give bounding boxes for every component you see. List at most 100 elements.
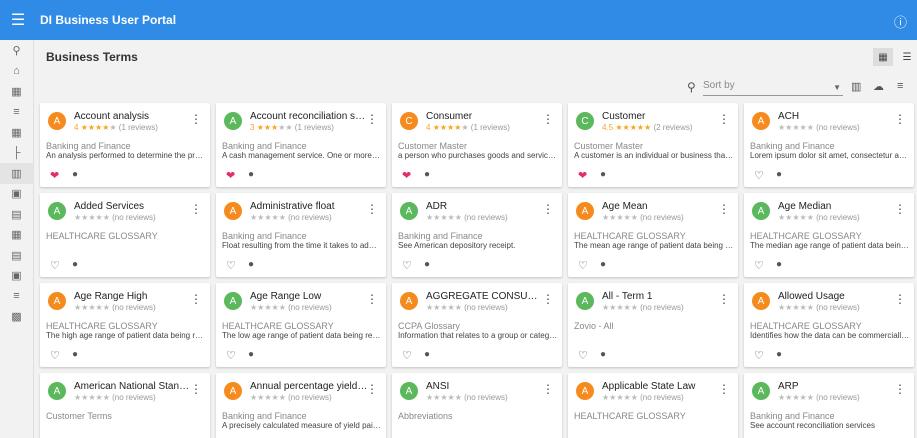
term-title[interactable]: Age Median [778,201,896,212]
more-options-icon[interactable]: ⋮ [718,292,730,306]
more-options-icon[interactable]: ⋮ [718,112,730,126]
term-card[interactable]: A Account reconciliation services⋮ 3 ★★★★★… [216,103,386,187]
term-card[interactable]: A Account analysis ⋮ 4 ★★★★★ (1 reviews) Ban… [40,103,210,187]
term-title[interactable]: Applicable State Law [602,381,720,392]
menu-list-icon[interactable]: ≡ [0,286,33,307]
more-options-icon[interactable]: ⋮ [366,292,378,306]
term-title[interactable]: All - Term 1 [602,291,720,302]
hierarchy-icon[interactable]: ├ [0,143,33,164]
table-icon[interactable]: ▦ [0,122,33,143]
term-title[interactable]: Consumer [426,111,544,122]
term-title[interactable]: Added Services [74,201,192,212]
location-pin-icon[interactable]: ● [424,259,430,270]
search-icon[interactable]: ⚲ [687,80,696,94]
term-card[interactable]: A Applicable State Law ⋮ ★★★★★ (no reviews… [568,373,738,438]
catalog-icon[interactable]: ▣ [0,184,33,205]
favorite-heart-icon[interactable]: ♡ [226,259,236,272]
term-title[interactable]: ARP [778,381,896,392]
location-pin-icon[interactable]: ● [248,259,254,270]
book-icon[interactable]: ▥ [851,80,861,93]
term-title[interactable]: Customer [602,111,720,122]
more-options-icon[interactable]: ⋮ [894,382,906,396]
location-pin-icon[interactable]: ● [72,259,78,270]
more-options-icon[interactable]: ⋮ [542,202,554,216]
term-title[interactable]: ADR [426,201,544,212]
term-card[interactable]: A Age Range Low ⋮ ★★★★★ (no reviews) HEALTH… [216,283,386,367]
term-title[interactable]: ACH [778,111,896,122]
location-pin-icon[interactable]: ● [600,259,606,270]
term-card[interactable]: A Annual percentage yield APY ⋮ ★★★★★ (no … [216,373,386,438]
favorite-heart-icon[interactable]: ♡ [754,169,764,182]
document-icon[interactable]: ▤ [0,245,33,266]
favorite-heart-icon[interactable]: ♡ [578,349,588,362]
term-card[interactable]: A Administrative float ⋮ ★★★★★ (no reviews… [216,193,386,277]
term-card[interactable]: A ACH ⋮ ★★★★★ (no reviews) Banking and Fina… [744,103,914,187]
term-card[interactable]: C Consumer ⋮ 4 ★★★★★ (1 reviews) Customer Ma… [392,103,562,187]
term-card[interactable]: A Age Median ⋮ ★★★★★ (no reviews) HEALTHCAR… [744,193,914,277]
favorite-heart-icon[interactable]: ❤ [50,169,59,182]
more-options-icon[interactable]: ⋮ [190,112,202,126]
term-card[interactable]: A Added Services ⋮ ★★★★★ (no reviews) HEALT… [40,193,210,277]
term-title[interactable]: AGGREGATE CONSUMER INF... [426,291,544,302]
more-options-icon[interactable]: ⋮ [542,292,554,306]
hamburger-menu-icon[interactable]: ☰ [0,10,36,30]
favorite-heart-icon[interactable]: ♡ [402,259,412,272]
location-pin-icon[interactable]: ● [776,259,782,270]
more-options-icon[interactable]: ⋮ [894,112,906,126]
grid-view-icon[interactable]: ▦ [873,48,893,66]
glossary-icon[interactable]: ▥ [0,163,33,184]
favorite-heart-icon[interactable]: ♡ [578,259,588,272]
more-options-icon[interactable]: ⋮ [190,292,202,306]
location-pin-icon[interactable]: ● [72,349,78,360]
more-options-icon[interactable]: ⋮ [190,202,202,216]
favorite-heart-icon[interactable]: ❤ [402,169,411,182]
more-options-icon[interactable]: ⋮ [366,382,378,396]
location-pin-icon[interactable]: ● [776,349,782,360]
term-card[interactable]: A All - Term 1 ⋮ ★★★★★ (no reviews) Zovio -… [568,283,738,367]
term-title[interactable]: Age Mean [602,201,720,212]
grid-icon[interactable]: ▦ [0,225,33,246]
term-title[interactable]: Annual percentage yield APY [250,381,368,392]
term-card[interactable]: A ADR ⋮ ★★★★★ (no reviews) Banking and Fina… [392,193,562,277]
location-pin-icon[interactable]: ● [248,349,254,360]
more-options-icon[interactable]: ⋮ [366,112,378,126]
location-pin-icon[interactable]: ● [600,169,606,180]
more-options-icon[interactable]: ⋮ [894,292,906,306]
location-pin-icon[interactable]: ● [424,169,430,180]
clipboard-icon[interactable]: ▤ [0,204,33,225]
location-pin-icon[interactable]: ● [776,169,782,180]
favorite-heart-icon[interactable]: ❤ [226,169,235,182]
favorite-heart-icon[interactable]: ♡ [754,349,764,362]
favorite-heart-icon[interactable]: ♡ [226,349,236,362]
filter-icon[interactable]: ≡ [897,80,903,92]
term-title[interactable]: Age Range High [74,291,192,302]
more-options-icon[interactable]: ⋮ [542,112,554,126]
term-title[interactable]: Allowed Usage [778,291,896,302]
term-card[interactable]: A ARP ⋮ ★★★★★ (no reviews) Banking and Fina… [744,373,914,438]
more-options-icon[interactable]: ⋮ [718,382,730,396]
list-view-icon[interactable]: ☰ [897,48,917,66]
location-pin-icon[interactable]: ● [424,349,430,360]
location-pin-icon[interactable]: ● [600,349,606,360]
favorite-heart-icon[interactable]: ❤ [578,169,587,182]
term-title[interactable]: Account reconciliation services [250,111,368,122]
list-icon[interactable]: ≡ [0,102,33,123]
term-title[interactable]: American National Standards I... [74,381,192,392]
term-card[interactable]: A American National Standards I...⋮ ★★★★★… [40,373,210,438]
more-options-icon[interactable]: ⋮ [718,202,730,216]
term-card[interactable]: C Customer ⋮ 4.5 ★★★★★ (2 reviews) Customer … [568,103,738,187]
favorite-heart-icon[interactable]: ♡ [50,349,60,362]
report-icon[interactable]: ▣ [0,266,33,287]
favorite-heart-icon[interactable]: ♡ [50,259,60,272]
more-options-icon[interactable]: ⋮ [190,382,202,396]
favorite-heart-icon[interactable]: ♡ [754,259,764,272]
term-title[interactable]: ANSI [426,381,544,392]
term-card[interactable]: A AGGREGATE CONSUMER INF...⋮ ★★★★★ (no re… [392,283,562,367]
more-options-icon[interactable]: ⋮ [542,382,554,396]
chart-icon[interactable]: ▩ [0,307,33,328]
cloud-upload-icon[interactable]: ☁ [873,80,884,93]
term-title[interactable]: Administrative float [250,201,368,212]
term-card[interactable]: A Age Range High ⋮ ★★★★★ (no reviews) HEALT… [40,283,210,367]
term-title[interactable]: Account analysis [74,111,192,122]
term-card[interactable]: AANSI⋮ ★★★★★ (no reviews)Abbreviations♡● [392,373,562,438]
